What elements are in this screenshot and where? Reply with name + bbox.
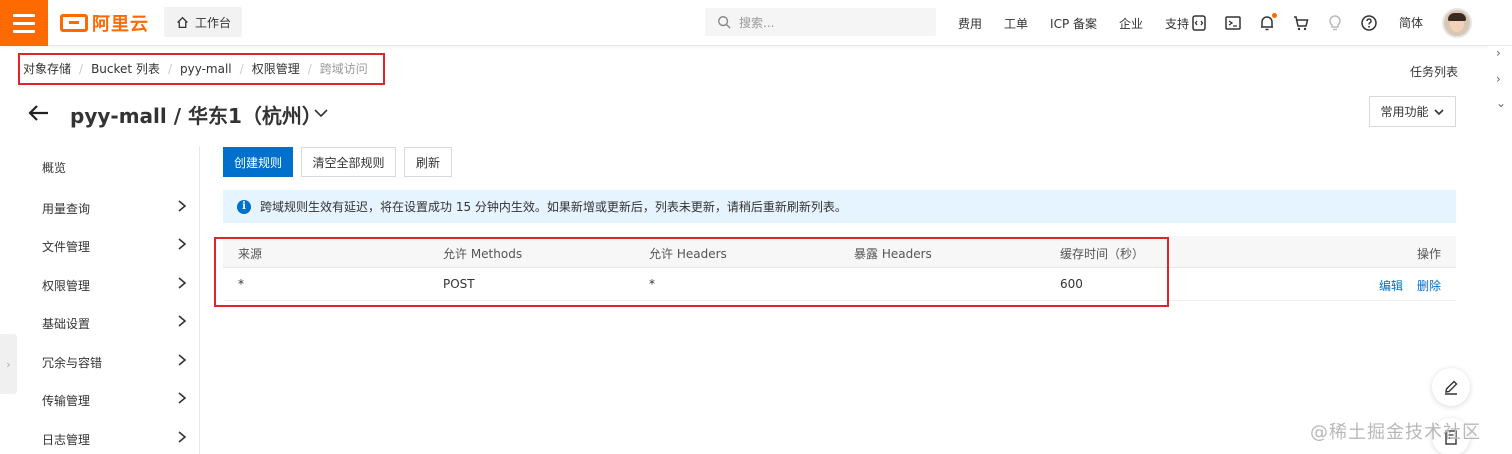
sidebar-item-logs[interactable]: 日志管理 (42, 431, 90, 448)
delete-link[interactable]: 删除 (1417, 277, 1441, 294)
watermark-text: @稀土掘金技术社区 (1310, 422, 1481, 443)
nav-link-tickets[interactable]: 工单 (1004, 15, 1028, 32)
home-icon (177, 16, 188, 28)
refresh-button[interactable]: 刷新 (404, 147, 452, 177)
lightbulb-icon[interactable] (1326, 14, 1344, 32)
sidebar-item-basic-settings[interactable]: 基础设置 (42, 315, 90, 332)
chevron-right-icon[interactable]: › (1496, 46, 1501, 60)
top-bar: 阿里云 工作台 搜索... 费用 工单 ICP 备案 企业 支持 简体 (0, 0, 1512, 46)
chevron-right-icon[interactable] (175, 314, 189, 328)
terminal-icon[interactable] (1224, 14, 1242, 32)
nav-link-support[interactable]: 支持 (1165, 15, 1189, 32)
search-placeholder: 搜索... (739, 15, 775, 30)
chevron-right-icon[interactable] (175, 237, 189, 251)
notification-dot (1272, 13, 1277, 18)
top-nav-links: 费用 工单 ICP 备案 企业 支持 (958, 0, 1189, 46)
avatar[interactable] (1442, 8, 1472, 38)
highlight-box-table (214, 237, 1169, 307)
hamburger-line (13, 29, 35, 33)
sidebar-item-redundancy[interactable]: 冗余与容错 (42, 354, 102, 371)
search-input[interactable]: 搜索... (705, 8, 936, 36)
sidebar-item-files[interactable]: 文件管理 (42, 238, 90, 255)
hamburger-line (13, 21, 35, 25)
hamburger-line (13, 13, 35, 17)
edit-pencil-icon (1445, 380, 1458, 395)
common-functions-button[interactable]: 常用功能 (1369, 96, 1456, 127)
top-icon-row (1190, 0, 1378, 46)
notice-text: 跨域规则生效有延迟，将在设置成功 15 分钟内生效。如果新增或更新后，列表未更新… (260, 200, 847, 214)
highlight-box-breadcrumb (18, 53, 385, 85)
create-rule-button[interactable]: 创建规则 (223, 147, 293, 177)
info-icon: i (237, 199, 251, 214)
page-title: pyy-mall / 华东1（杭州） (70, 104, 322, 128)
logo-text: 阿里云 (92, 14, 149, 35)
help-icon[interactable] (1360, 14, 1378, 32)
info-notice: i 跨域规则生效有延迟，将在设置成功 15 分钟内生效。如果新增或更新后，列表未… (223, 190, 1456, 223)
column-header-actions: 操作 (1417, 247, 1442, 261)
avatar-hair (1448, 13, 1466, 21)
chevron-right-icon[interactable] (175, 199, 189, 213)
cart-icon[interactable] (1292, 14, 1310, 32)
edit-link[interactable]: 编辑 (1379, 277, 1403, 294)
language-switch[interactable]: 简体 (1399, 14, 1423, 31)
feedback-button[interactable] (1432, 368, 1470, 406)
workbench-label: 工作台 (195, 15, 232, 30)
sidebar-collapse-handle[interactable]: › (0, 334, 17, 394)
nav-link-enterprise[interactable]: 企业 (1119, 15, 1143, 32)
chevron-down-icon (1433, 108, 1444, 115)
sidebar-item-usage[interactable]: 用量查询 (42, 200, 90, 217)
sidebar-item-transfer[interactable]: 传输管理 (42, 392, 90, 409)
search-icon (718, 16, 731, 29)
chevron-right-icon[interactable] (175, 391, 189, 405)
sidebar-item-permissions[interactable]: 权限管理 (42, 277, 90, 294)
aliyun-logo[interactable]: 阿里云 (60, 11, 149, 35)
task-list-link[interactable]: 任务列表 (1410, 63, 1458, 80)
chevron-right-icon[interactable] (175, 430, 189, 444)
common-functions-label: 常用功能 (1380, 105, 1429, 119)
bell-icon[interactable] (1258, 13, 1277, 32)
aliyun-logo-icon (60, 14, 88, 32)
chevron-right-icon[interactable] (175, 276, 189, 290)
code-icon[interactable] (1190, 14, 1208, 32)
chevron-down-icon[interactable] (312, 104, 330, 122)
clear-all-rules-button[interactable]: 清空全部规则 (301, 147, 396, 177)
chevron-right-icon[interactable] (175, 353, 189, 367)
back-arrow-icon[interactable] (27, 101, 51, 125)
chevron-right-icon[interactable]: › (1496, 72, 1501, 86)
nav-link-icp[interactable]: ICP 备案 (1050, 15, 1097, 32)
chevron-down-icon[interactable]: ⌄ (1496, 96, 1506, 110)
sidebar: 概览 用量查询 文件管理 权限管理 基础设置 冗余与容错 传输管理 日志管理 (0, 146, 200, 454)
menu-hamburger-button[interactable] (0, 0, 48, 46)
right-edge-strip: › › ⌄ (1488, 46, 1512, 454)
nav-link-fees[interactable]: 费用 (958, 15, 982, 32)
workbench-button[interactable]: 工作台 (164, 7, 242, 37)
sidebar-item-overview[interactable]: 概览 (42, 159, 66, 176)
